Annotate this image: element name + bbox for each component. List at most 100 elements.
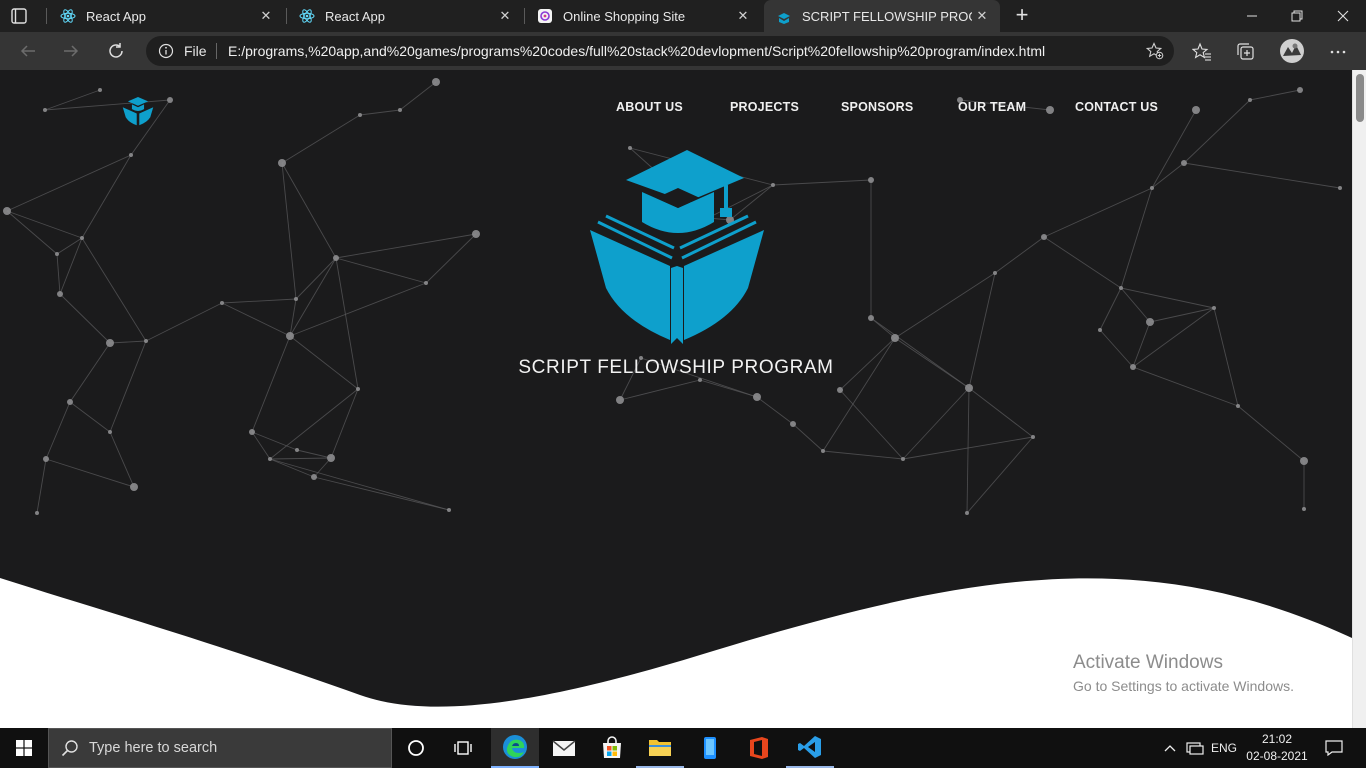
profile-avatar[interactable] — [1279, 38, 1305, 64]
close-tab-icon[interactable]: ✕ — [495, 6, 515, 26]
restore-icon[interactable] — [1274, 0, 1320, 32]
network-node — [868, 177, 874, 183]
notifications-icon[interactable] — [1320, 728, 1348, 768]
network-node — [837, 387, 843, 393]
network-icon[interactable] — [1184, 728, 1206, 768]
close-tab-icon[interactable]: ✕ — [256, 6, 276, 26]
site-logo-icon[interactable] — [120, 90, 156, 126]
network-node — [220, 301, 224, 305]
hero-title: SCRIPT FELLOWSHIP PROGRAM — [518, 357, 834, 378]
page-viewport: ABOUT US PROJECTS SPONSORS OUR TEAM CONT… — [0, 70, 1352, 728]
network-node — [868, 315, 874, 321]
file-explorer-icon[interactable] — [636, 728, 684, 768]
nav-our-team[interactable]: OUR TEAM — [958, 100, 1026, 114]
network-node — [268, 457, 272, 461]
favorites-icon[interactable] — [1191, 41, 1213, 63]
windows-start-icon[interactable] — [0, 728, 48, 768]
network-node — [1098, 328, 1102, 332]
fellowship-logo-icon — [586, 148, 768, 344]
show-hidden-icons-icon[interactable] — [1160, 728, 1180, 768]
network-node — [43, 456, 49, 462]
office-app-icon[interactable] — [735, 728, 783, 768]
tab-label: React App — [86, 8, 146, 24]
nav-projects[interactable]: PROJECTS — [730, 100, 799, 114]
network-node — [130, 483, 138, 491]
scrollbar-thumb[interactable] — [1356, 74, 1364, 122]
network-node — [1236, 404, 1240, 408]
network-node — [1297, 87, 1303, 93]
minimize-icon[interactable] — [1229, 0, 1275, 32]
network-node — [616, 396, 624, 404]
vertical-scrollbar[interactable] — [1352, 70, 1366, 728]
close-tab-icon[interactable]: ✕ — [972, 6, 992, 26]
vscode-app-icon[interactable] — [786, 728, 834, 768]
tab-label: React App — [325, 8, 385, 24]
info-icon[interactable] — [158, 43, 174, 64]
network-node — [1031, 435, 1035, 439]
mail-app-icon[interactable] — [540, 728, 588, 768]
network-node — [1041, 234, 1047, 240]
network-node — [790, 421, 796, 427]
network-node — [249, 429, 255, 435]
more-options-icon[interactable] — [1327, 41, 1349, 63]
add-favorite-icon[interactable] — [1145, 42, 1164, 65]
file-scheme-label: File — [184, 43, 207, 59]
nav-sponsors[interactable]: SPONSORS — [841, 100, 913, 114]
network-node — [57, 291, 63, 297]
nav-about-us[interactable]: ABOUT US — [616, 100, 683, 114]
tab-label: SCRIPT FELLOWSHIP PROGRAM — [802, 8, 972, 24]
phone-app-icon[interactable] — [686, 728, 734, 768]
close-window-icon[interactable] — [1320, 0, 1366, 32]
network-node — [1248, 98, 1252, 102]
task-view-icon[interactable] — [440, 728, 488, 768]
network-node — [753, 393, 761, 401]
back-icon[interactable] — [15, 38, 41, 64]
network-node — [1181, 160, 1187, 166]
network-node — [432, 78, 440, 86]
forward-icon[interactable] — [58, 38, 84, 64]
refresh-icon[interactable] — [103, 38, 129, 64]
network-node — [286, 332, 294, 340]
network-node — [108, 430, 112, 434]
language-indicator[interactable]: ENG — [1208, 728, 1240, 768]
tab-actions-icon[interactable] — [10, 7, 28, 25]
browser-toolbar: File E:/programs,%20app,and%20games/prog… — [0, 32, 1366, 70]
watermark-title: Activate Windows — [1073, 652, 1223, 673]
close-tab-icon[interactable]: ✕ — [733, 6, 753, 26]
cortana-icon[interactable] — [392, 728, 440, 768]
network-node — [3, 207, 11, 215]
clock-time: 21:02 — [1261, 732, 1293, 746]
url-text[interactable]: E:/programs,%20app,and%20games/programs%… — [228, 43, 1045, 59]
network-node — [294, 297, 298, 301]
tab-online-shopping[interactable]: Online Shopping Site ✕ — [525, 0, 761, 32]
fellowship-logo-icon — [776, 8, 792, 24]
network-node — [333, 255, 339, 261]
store-app-icon[interactable] — [588, 728, 636, 768]
collections-icon[interactable] — [1235, 41, 1257, 63]
taskbar-search-box[interactable]: Type here to search — [48, 728, 392, 768]
network-node — [1192, 106, 1200, 114]
network-node — [965, 384, 973, 392]
edge-app-icon[interactable] — [491, 728, 539, 768]
network-node — [771, 183, 775, 187]
network-node — [1300, 457, 1308, 465]
network-node — [106, 339, 114, 347]
system-clock[interactable]: 21:02 02-08-2021 — [1246, 731, 1308, 765]
tab-react-app-1[interactable]: React App ✕ — [48, 0, 284, 32]
network-node — [80, 236, 84, 240]
network-node — [55, 252, 59, 256]
new-tab-button[interactable]: + — [1011, 4, 1033, 27]
network-node — [295, 448, 299, 452]
network-node — [447, 508, 451, 512]
network-node — [472, 230, 480, 238]
network-node — [1302, 507, 1306, 511]
address-bar[interactable]: File E:/programs,%20app,and%20games/prog… — [146, 36, 1174, 66]
browser-tab-strip: React App ✕ React App ✕ Online Shopping … — [0, 0, 1366, 32]
network-node — [1150, 186, 1154, 190]
nav-contact-us[interactable]: CONTACT US — [1075, 100, 1158, 114]
tab-react-app-2[interactable]: React App ✕ — [287, 0, 523, 32]
tab-script-fellowship[interactable]: SCRIPT FELLOWSHIP PROGRAM ✕ — [764, 0, 1000, 32]
network-node — [821, 449, 825, 453]
network-node — [278, 159, 286, 167]
network-node — [1130, 364, 1136, 370]
